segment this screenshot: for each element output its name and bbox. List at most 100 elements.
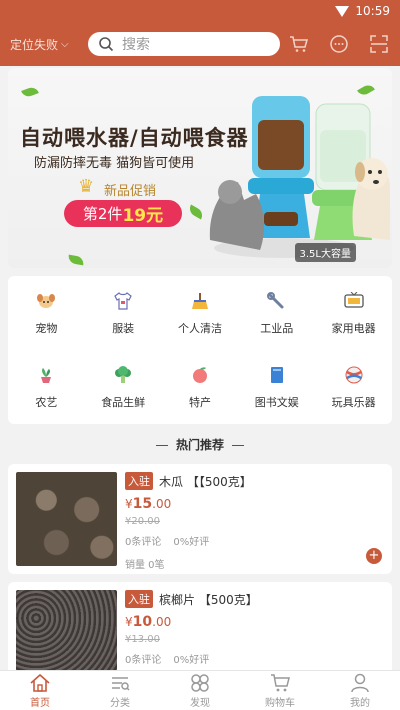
product-card[interactable]: 入驻 槟榔片 【500克】 ¥10.00 ¥13.00 0条评论 0%好评: [8, 582, 392, 682]
cart-icon: [271, 673, 290, 691]
product-title-line: 入驻 槟榔片 【500克】: [125, 590, 382, 608]
leaf-decoration: [67, 254, 85, 266]
currency-symbol: ¥: [125, 615, 133, 629]
tab-category[interactable]: 分类: [80, 671, 160, 710]
product-name: 木瓜 【【500克】: [159, 474, 252, 489]
product-title-line: 入驻 木瓜 【【500克】: [125, 472, 382, 490]
category-label: 服装: [112, 322, 135, 335]
ball-icon: [343, 364, 365, 386]
banner-promo: 新品促销: [104, 184, 157, 199]
tab-label: 分类: [110, 697, 130, 709]
good-rate: 0%好评: [173, 655, 210, 666]
tab-profile[interactable]: 我的: [320, 671, 400, 710]
category-item-specialty[interactable]: 特产: [162, 350, 239, 424]
book-icon: [266, 364, 288, 386]
tab-home[interactable]: 首页: [0, 671, 80, 710]
category-item-agriculture[interactable]: 农艺: [8, 350, 85, 424]
category-label: 宠物: [35, 322, 58, 335]
status-time: 10:59: [355, 4, 390, 18]
user-icon: [351, 673, 369, 692]
wifi-icon: [335, 5, 350, 17]
plant-icon: [35, 364, 57, 386]
settled-badge: 入驻: [125, 590, 153, 608]
category-label: 食品生鲜: [101, 396, 146, 409]
header-actions: [288, 33, 390, 55]
status-bar: 10:59: [0, 0, 400, 22]
location-selector[interactable]: 定位失败 ⌵: [10, 36, 80, 53]
category-item-cleaning[interactable]: 个人清洁: [162, 276, 239, 350]
pill-prefix: 第2件: [82, 205, 123, 223]
tab-discover[interactable]: 发现: [160, 671, 240, 710]
category-item-books[interactable]: 图书文娱: [238, 350, 315, 424]
tab-label: 我的: [350, 697, 370, 709]
tv-icon: [343, 290, 365, 312]
settled-badge: 入驻: [125, 472, 153, 490]
location-label: 定位失败: [10, 37, 59, 52]
category-label: 工业品: [260, 322, 294, 335]
promo-banner[interactable]: 自动喂水器/自动喂食器 防漏防摔无毒 猫狗皆可使用 ♛ 新品促销 第2件 19元…: [8, 68, 392, 268]
search-input[interactable]: 搜索: [88, 32, 280, 56]
search-icon: [99, 37, 114, 52]
divider: [155, 445, 168, 446]
category-label: 农艺: [35, 396, 58, 409]
product-info: 入驻 槟榔片 【500克】 ¥10.00 ¥13.00 0条评论 0%好评: [125, 590, 382, 666]
category-label: 个人清洁: [177, 322, 222, 335]
sales-count: 销量 0笔: [125, 560, 165, 571]
comment-count: 0条评论: [125, 537, 162, 548]
banner-subline: 防漏防摔无毒 猫狗皆可使用: [34, 156, 195, 171]
price-integer: 15: [132, 496, 153, 512]
price-integer: 10: [132, 614, 153, 630]
tab-label: 购物车: [265, 697, 295, 709]
add-to-cart-button[interactable]: +: [366, 548, 382, 564]
leaf-decoration: [21, 85, 39, 99]
crown-icon: ♛: [78, 176, 95, 197]
search-placeholder: 搜索: [122, 37, 150, 53]
category-label: 家用电器: [331, 322, 376, 335]
product-stats: 0条评论 0%好评: [125, 533, 382, 548]
category-item-pet[interactable]: 宠物: [8, 276, 85, 350]
banner-price-pill: 第2件 19元: [64, 200, 182, 227]
category-item-food[interactable]: 食品生鲜: [85, 350, 162, 424]
tab-label: 首页: [30, 697, 50, 709]
search-row: 定位失败 ⌵ 搜索: [0, 22, 400, 66]
section-title: 热门推荐: [175, 438, 224, 452]
pet-feeder-illustration: [209, 96, 390, 258]
product-price: ¥10.00: [125, 614, 382, 630]
category-item-appliances[interactable]: 家用电器: [315, 276, 392, 350]
original-price: ¥20.00: [125, 516, 160, 527]
divider: [232, 445, 244, 446]
discover-icon: [191, 673, 209, 692]
product-image[interactable]: [16, 472, 117, 566]
currency-symbol: ¥: [125, 497, 133, 511]
tab-label: 发现: [190, 697, 210, 709]
tab-cart[interactable]: 购物车: [240, 671, 320, 710]
category-item-clothing[interactable]: 服装: [85, 276, 162, 350]
section-hot-recommend: 热门推荐: [0, 436, 400, 453]
scan-icon[interactable]: [368, 33, 390, 55]
cart-icon[interactable]: [288, 33, 310, 55]
good-rate: 0%好评: [173, 537, 210, 548]
pill-price: 19元: [122, 206, 164, 226]
product-name: 槟榔片 【500克】: [159, 592, 258, 607]
category-grid: 宠物 服装 个人清洁 工业品 家用电器 农艺 食品生鲜 特产 图书文娱 玩具乐器: [8, 276, 392, 424]
dog-icon: [35, 290, 57, 312]
comment-count: 0条评论: [125, 655, 162, 666]
top-bar: 10:59 定位失败 ⌵ 搜索: [0, 0, 400, 66]
product-card[interactable]: 入驻 木瓜 【【500克】 ¥15.00 ¥20.00 0条评论 0%好评 销量…: [8, 464, 392, 574]
category-label: 玩具乐器: [331, 396, 376, 409]
broom-icon: [189, 290, 211, 312]
bottom-tab-bar: 首页 分类 发现 购物车 我的: [0, 670, 400, 710]
category-item-industrial[interactable]: 工业品: [238, 276, 315, 350]
broccoli-icon: [112, 364, 134, 386]
message-icon[interactable]: [328, 33, 350, 55]
category-label: 特产: [188, 396, 211, 409]
home-icon: [30, 673, 50, 692]
original-price: ¥13.00: [125, 634, 160, 645]
price-decimal: .00: [152, 615, 172, 629]
capacity-label: 3.5L大容量: [294, 243, 356, 262]
product-image[interactable]: [16, 590, 117, 682]
chevron-down-icon: ⌵: [61, 38, 69, 50]
category-label: 图书文娱: [254, 396, 299, 409]
shirt-icon: [112, 290, 134, 312]
category-item-toys[interactable]: 玩具乐器: [315, 350, 392, 424]
